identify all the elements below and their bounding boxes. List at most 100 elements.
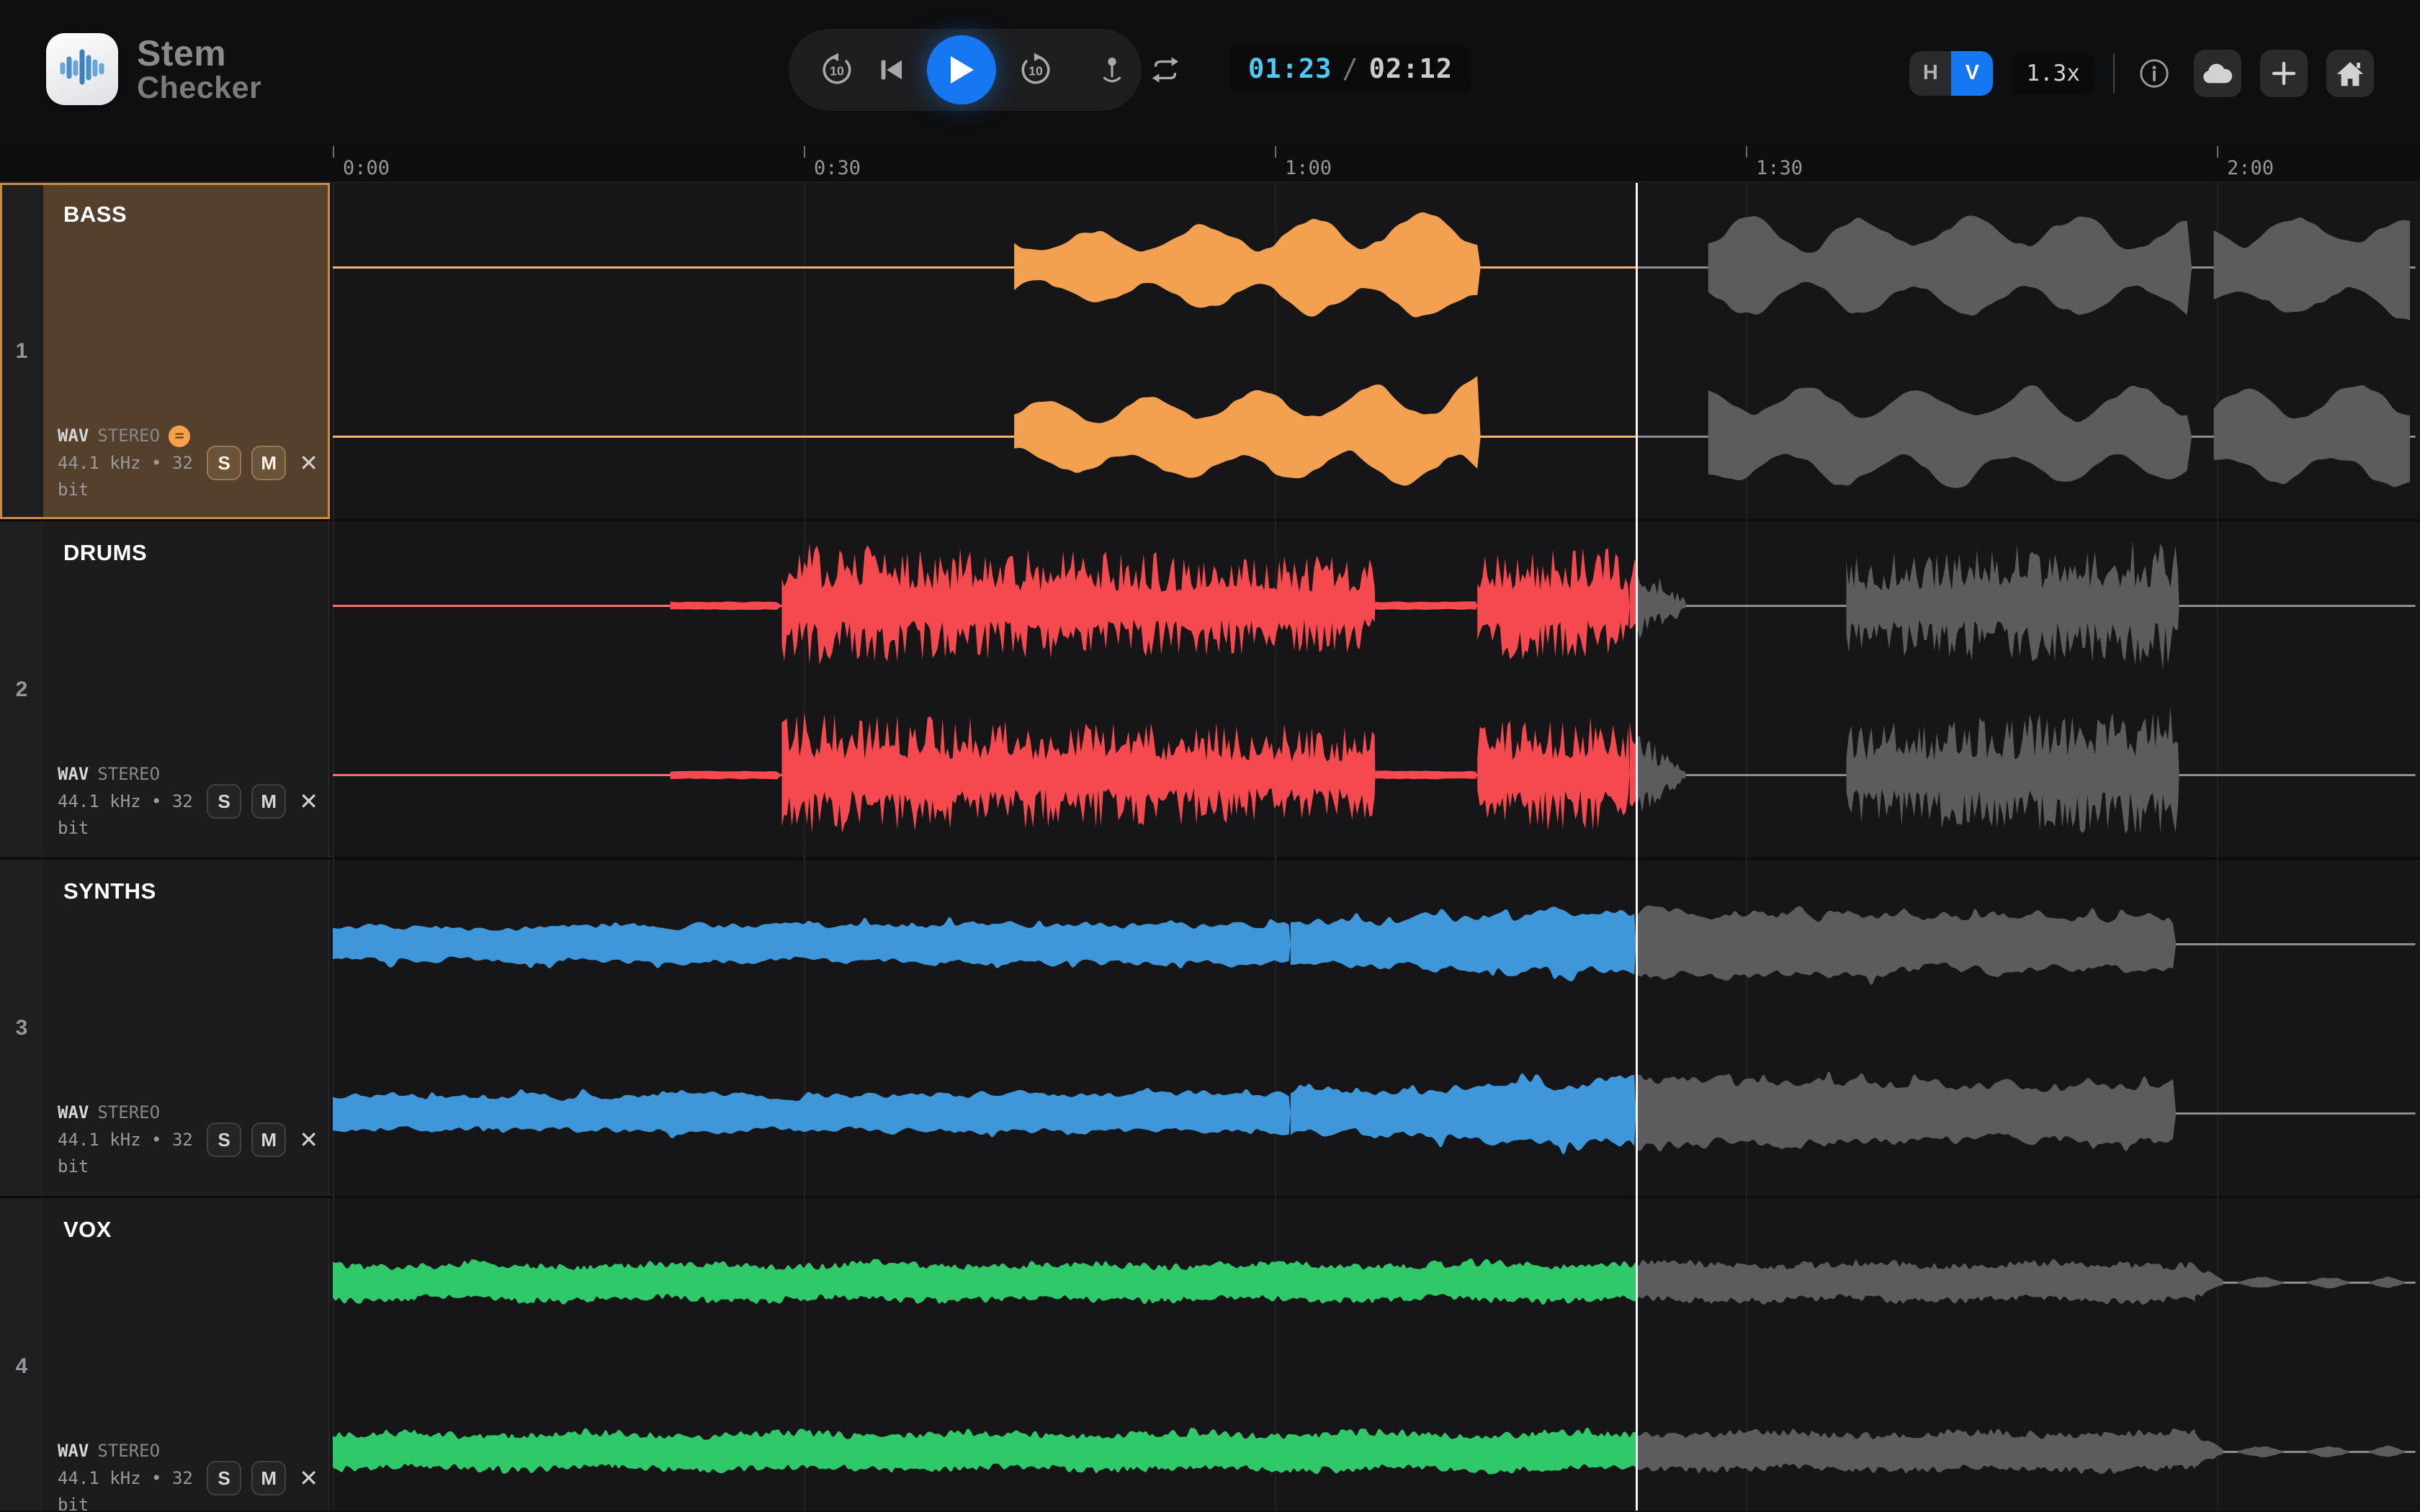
mute-button[interactable]: M: [251, 784, 286, 819]
info-button[interactable]: [2133, 53, 2175, 94]
format-label: WAV: [58, 761, 89, 788]
waveform-channel-right[interactable]: [330, 1029, 2420, 1198]
track-header-drums[interactable]: DRUMSWAVSTEREO44.1 kHz • 32 bitSM✕: [43, 521, 330, 858]
waveform-area-drums[interactable]: [330, 521, 2420, 858]
track-buttons: SM ✕: [207, 1461, 321, 1495]
brand-line2: Checker: [137, 72, 261, 104]
orientation-toggle: H V: [1909, 51, 1993, 96]
brand-text: Stem Checker: [137, 35, 261, 104]
home-icon: [2336, 60, 2365, 87]
play-button[interactable]: [927, 35, 996, 104]
waveform-channel-left[interactable]: [330, 521, 2420, 690]
track-footer: WAVSTEREO44.1 kHz • 32 bitSM✕: [58, 761, 321, 842]
sample-rate-label: 44.1 kHz • 32 bit: [58, 1465, 207, 1511]
ruler-tick: [333, 146, 334, 158]
solo-button[interactable]: S: [207, 1461, 241, 1495]
remove-track-button[interactable]: ✕: [296, 1464, 321, 1492]
track-number: 2: [0, 521, 43, 858]
ruler-tick-label: 0:00: [343, 157, 390, 179]
app-icon: [46, 33, 118, 105]
play-icon: [948, 55, 975, 85]
track-meta: WAVSTEREO44.1 kHz • 32 bit: [58, 761, 207, 842]
track-meta: WAVSTEREO44.1 kHz • 32 bit: [58, 1099, 207, 1180]
total-time: 02:12: [1369, 53, 1453, 84]
svg-text:10: 10: [1028, 63, 1043, 78]
track-footer: WAV STEREO = 44.1 kHz • 32 bitSM ✕: [58, 423, 321, 503]
waveform-channel-right[interactable]: [330, 690, 2420, 860]
playback-speed[interactable]: 1.3x: [2012, 53, 2094, 94]
track-header-vox[interactable]: VOX WAVSTEREO44.1 kHz • 32 bitSM ✕: [43, 1198, 330, 1511]
ruler-tick: [804, 146, 805, 158]
waveform-channel-left[interactable]: [330, 183, 2420, 352]
format-label: WAV: [58, 1438, 89, 1464]
ruler-tick-label: 1:00: [1285, 157, 1332, 179]
loudness-badge: =: [169, 426, 190, 447]
home-button[interactable]: [2326, 50, 2374, 97]
track-buttons: SM ✕: [207, 446, 321, 480]
timeline-ruler[interactable]: 0:000:301:001:302:00: [0, 146, 2420, 183]
track-number: 1: [0, 183, 43, 519]
forward-10-button[interactable]: 10: [1018, 52, 1054, 88]
waveform-channel-right[interactable]: [330, 1367, 2420, 1511]
track-footer: WAVSTEREO44.1 kHz • 32 bitSM ✕: [58, 1099, 321, 1180]
time-display: 01:23 / 02:12: [1229, 45, 1471, 92]
ruler-tick: [1275, 146, 1276, 158]
sample-rate-label: 44.1 kHz • 32 bit: [58, 1127, 207, 1180]
forward-10-icon: 10: [1018, 52, 1054, 88]
mute-button[interactable]: M: [251, 1461, 286, 1495]
track-row-synths: 3SYNTHSWAVSTEREO44.1 kHz • 32 bitSM✕: [0, 860, 2420, 1198]
track-name: VOX: [63, 1217, 112, 1243]
waveform-area-synths[interactable]: [330, 860, 2420, 1196]
waveform-area-vox[interactable]: [330, 1198, 2420, 1511]
info-icon: [2138, 57, 2171, 90]
mute-button[interactable]: M: [251, 446, 286, 480]
format-label: WAV: [58, 423, 89, 449]
cloud-icon: [2202, 62, 2233, 85]
drop-marker-button[interactable]: [1097, 54, 1127, 86]
loop-button[interactable]: [1149, 55, 1182, 85]
ruler-tick-label: 1:30: [1756, 157, 1803, 179]
right-cluster-divider: [2113, 54, 2115, 93]
transport-controls: 10 10: [789, 29, 1142, 111]
current-time: 01:23: [1248, 53, 1332, 84]
ruler-tick: [1746, 146, 1747, 158]
horizontal-toggle-button[interactable]: H: [1909, 51, 1951, 96]
track-buttons: SM ✕: [207, 784, 321, 819]
app-logo: Stem Checker: [46, 33, 261, 105]
track-header-bass[interactable]: BASSWAVSTEREO=44.1 kHz • 32 bitSM✕: [43, 183, 330, 519]
tracks-area: 1BASSWAVSTEREO=44.1 kHz • 32 bitSM✕2DRUM…: [0, 183, 2420, 1511]
track-meta: WAVSTEREO44.1 kHz • 32 bit: [58, 1438, 207, 1511]
waveform-channel-right[interactable]: [330, 352, 2420, 521]
skip-to-start-button[interactable]: [877, 55, 905, 84]
remove-track-button[interactable]: ✕: [296, 1126, 321, 1153]
rewind-10-icon: 10: [819, 52, 855, 88]
playhead[interactable]: [1636, 183, 1638, 1511]
mute-button[interactable]: M: [251, 1122, 286, 1157]
add-button[interactable]: [2260, 50, 2308, 97]
cloud-button[interactable]: [2194, 50, 2241, 97]
channels-label: STEREO: [97, 423, 160, 449]
remove-track-button[interactable]: ✕: [296, 788, 321, 815]
channels-label: STEREO: [97, 761, 160, 788]
solo-button[interactable]: S: [207, 784, 241, 819]
remove-track-button[interactable]: ✕: [296, 449, 321, 477]
track-row-drums: 2DRUMSWAVSTEREO44.1 kHz • 32 bitSM✕: [0, 521, 2420, 860]
waveform-area-bass[interactable]: [330, 183, 2420, 519]
brand-line1: Stem: [137, 35, 261, 72]
track-row-bass: 1BASSWAVSTEREO=44.1 kHz • 32 bitSM✕: [0, 183, 2420, 521]
waveform-channel-left[interactable]: [330, 1198, 2420, 1367]
loop-icon: [1149, 55, 1182, 85]
ruler-tick: [2217, 146, 2218, 158]
format-label: WAV: [58, 1099, 89, 1126]
track-name: SYNTHS: [63, 878, 156, 904]
svg-text:10: 10: [830, 63, 844, 78]
solo-button[interactable]: S: [207, 446, 241, 480]
track-footer: WAVSTEREO44.1 kHz • 32 bitSM ✕: [58, 1438, 321, 1511]
sample-rate-label: 44.1 kHz • 32 bit: [58, 450, 207, 503]
solo-button[interactable]: S: [207, 1122, 241, 1157]
rewind-10-button[interactable]: 10: [819, 52, 855, 88]
topbar-right-controls: H V 1.3x: [1909, 0, 2374, 146]
vertical-toggle-button[interactable]: V: [1951, 51, 1993, 96]
track-header-synths[interactable]: SYNTHS WAVSTEREO44.1 kHz • 32 bitSM ✕: [43, 860, 330, 1196]
waveform-channel-left[interactable]: [330, 860, 2420, 1029]
